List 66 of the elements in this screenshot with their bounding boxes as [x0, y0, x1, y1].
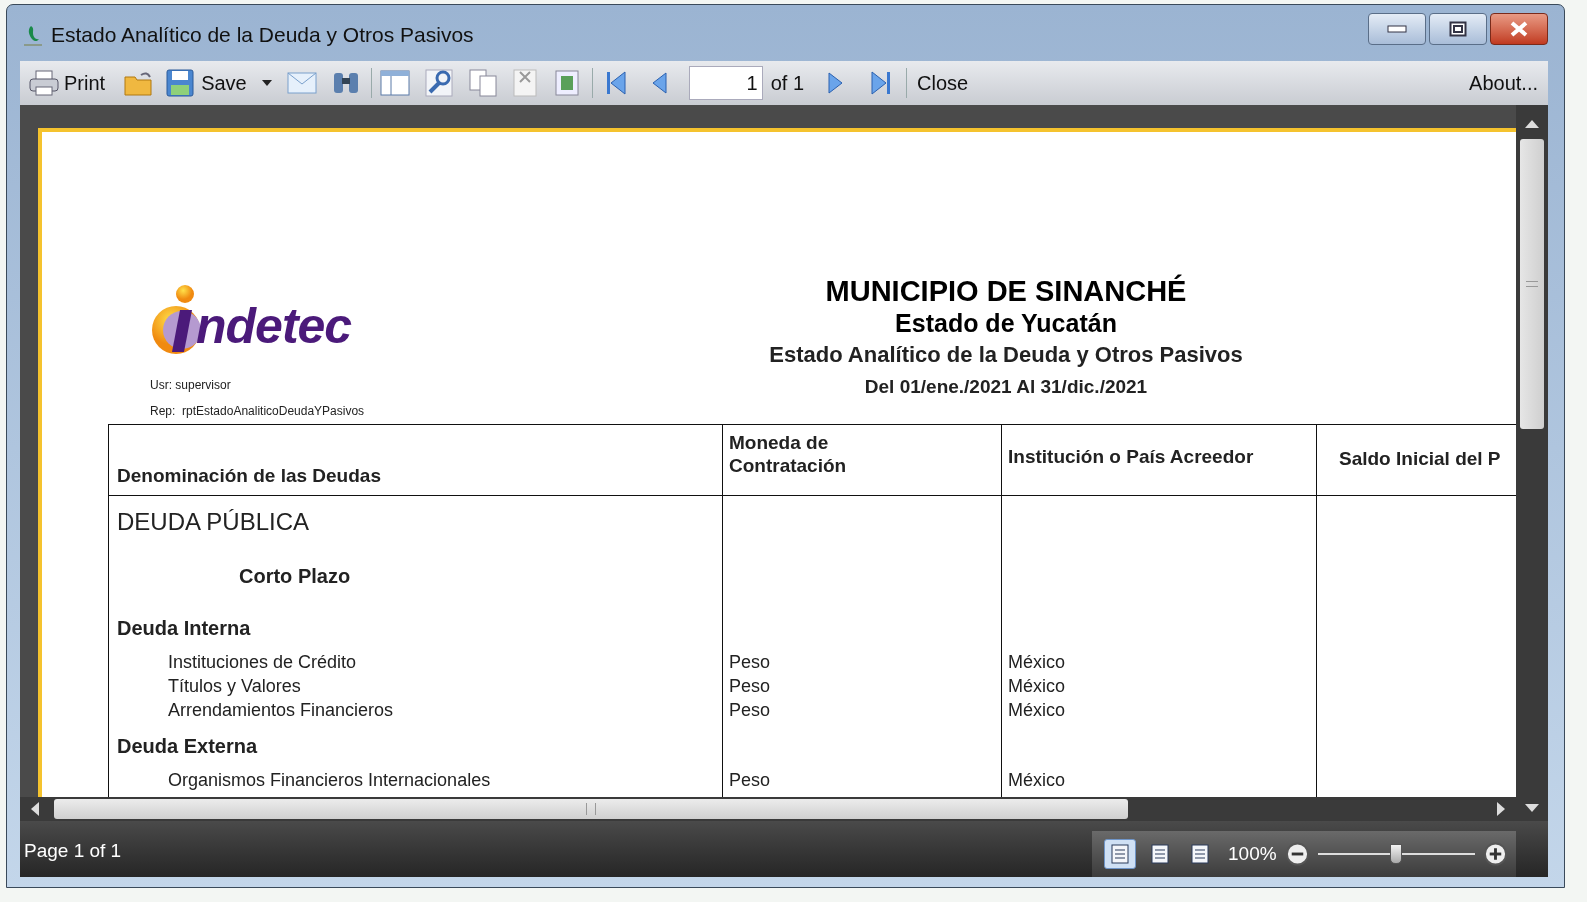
page-view-icon — [1189, 843, 1211, 865]
report-name-label: Rep: rptEstadoAnaliticoDeudaYPasivos — [150, 403, 366, 420]
document-icon[interactable] — [511, 68, 538, 98]
organization-title: MUNICIPIO DE SINANCHÉ — [825, 274, 1187, 308]
zoom-out-icon[interactable] — [1284, 841, 1310, 867]
creditor-cell-text: México — [1008, 675, 1065, 698]
close-report-button[interactable]: Close — [917, 68, 969, 98]
caret-icon[interactable] — [260, 79, 273, 87]
scroll-right-icon[interactable] — [1496, 801, 1506, 817]
state-title: Estado de Yucatán — [895, 308, 1117, 338]
horizontal-scrollbar[interactable] — [20, 797, 1516, 821]
vertical-scrollbar[interactable] — [1516, 105, 1548, 821]
column-header: Saldo Inicial del P — [1339, 446, 1501, 470]
scroll-down-icon[interactable] — [1524, 803, 1540, 813]
creditor-cell-text: México — [1008, 651, 1065, 674]
debt-item: Títulos y Valores — [168, 675, 301, 698]
restore-icon — [1449, 21, 1467, 37]
close-icon — [1509, 21, 1529, 37]
report-title: Estado Analítico de la Deuda y Otros Pasivos — [769, 341, 1243, 369]
column-header: Moneda de Contratación — [729, 431, 848, 477]
export-icon[interactable] — [553, 69, 580, 97]
debt-item: Organismos Financieros Internacionales — [168, 769, 491, 792]
maximize-button[interactable] — [1429, 13, 1487, 45]
section-heading: DEUDA PÚBLICA — [117, 510, 310, 534]
currency-cell-text: Peso — [729, 651, 771, 674]
next-page-icon[interactable] — [828, 72, 845, 94]
creditor-cell-text: México — [1008, 699, 1065, 722]
group-heading: Deuda Interna — [117, 616, 251, 640]
printer-icon — [28, 69, 60, 97]
logo-text: ndetec — [196, 297, 352, 356]
print-button[interactable]: Print — [26, 68, 108, 98]
save-button[interactable]: Save — [165, 68, 247, 98]
window-title: Estado Analítico de la Deuda y Otros Pasivos — [51, 22, 474, 49]
page-status: Page 1 of 1 — [24, 838, 122, 863]
currency-cell-text: Peso — [729, 699, 771, 722]
scroll-up-icon[interactable] — [1524, 119, 1540, 129]
first-page-icon[interactable] — [604, 70, 627, 96]
group-heading: Deuda Externa — [117, 734, 258, 758]
page-view-icon — [1149, 843, 1171, 865]
scroll-thumb[interactable] — [1520, 139, 1544, 429]
scroll-left-icon[interactable] — [30, 801, 40, 817]
currency-cell-text: Peso — [729, 769, 771, 792]
term-heading: Corto Plazo — [239, 564, 351, 588]
page-view-icon — [1109, 843, 1131, 865]
scroll-thumb[interactable] — [54, 799, 1128, 819]
page-number-field[interactable]: 1 — [688, 66, 763, 100]
app-logo-icon — [23, 24, 43, 48]
zoom-slider-thumb[interactable] — [1390, 844, 1403, 864]
minimize-icon — [1387, 25, 1407, 33]
zoom-level: 100% — [1228, 841, 1277, 866]
currency-cell-text: Peso — [729, 675, 771, 698]
about-button[interactable]: About... — [1469, 68, 1538, 98]
user-label: Usr: supervisor — [150, 377, 232, 394]
zoom-slider[interactable] — [1317, 844, 1476, 864]
zoom-in-icon[interactable] — [1483, 841, 1508, 867]
close-button[interactable] — [1490, 13, 1548, 45]
debt-item: Instituciones de Crédito — [168, 651, 357, 674]
minimize-button[interactable] — [1368, 13, 1426, 45]
column-header: Institución o País Acreedor — [1008, 444, 1254, 468]
creditor-cell-text: México — [1008, 769, 1065, 792]
page-count: of 1 — [770, 71, 805, 96]
previous-page-icon[interactable] — [650, 72, 667, 94]
column-header: Denominación de las Deudas — [117, 464, 381, 487]
debt-item: Arrendamientos Financieros — [168, 699, 394, 722]
last-page-icon[interactable] — [870, 70, 893, 96]
period-label: Del 01/ene./2021 Al 31/dic./2021 — [864, 375, 1148, 399]
